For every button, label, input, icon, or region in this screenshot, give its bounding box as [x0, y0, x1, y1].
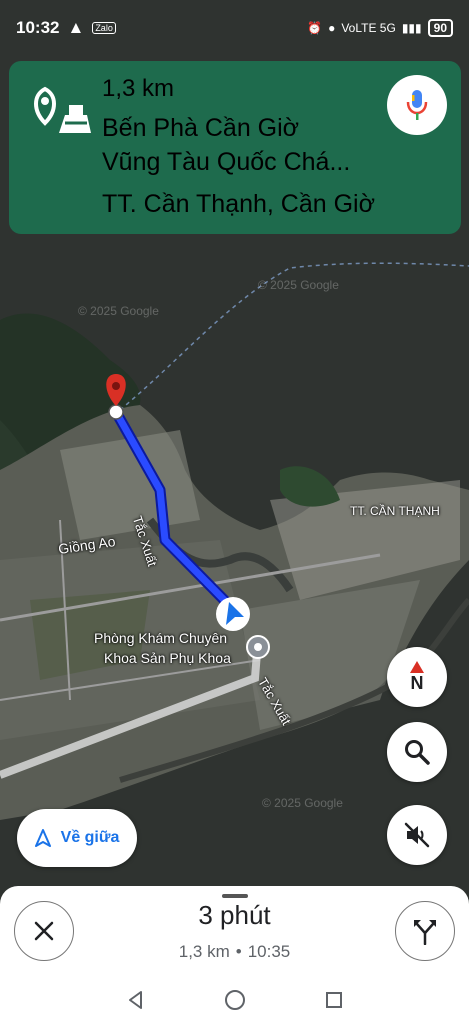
back-icon[interactable] — [126, 990, 146, 1010]
signal-icon: ▮▮▮ — [401, 21, 422, 35]
map-watermark: © 2025 Google — [78, 304, 159, 318]
recent-apps-icon[interactable] — [324, 990, 344, 1010]
battery-indicator: 90 — [427, 19, 453, 37]
home-icon[interactable] — [224, 989, 246, 1011]
fork-route-icon — [414, 920, 436, 945]
drag-handle[interactable] — [222, 894, 248, 898]
location-icon: ● — [328, 21, 336, 35]
mute-button[interactable] — [387, 805, 447, 865]
voice-search-button[interactable] — [387, 75, 447, 135]
clinic-poi-icon[interactable] — [246, 635, 270, 659]
compass-label: N — [410, 673, 424, 693]
destination-name-line2: Vũng Tàu Quốc Chá... — [102, 148, 351, 176]
map-watermark: © 2025 Google — [258, 278, 339, 292]
clinic-label[interactable]: Phòng Khám Chuyên — [94, 630, 227, 646]
arrival-time: 10:35 — [247, 942, 291, 961]
navigation-arrow-icon — [34, 829, 51, 847]
current-location-icon — [216, 597, 250, 631]
mute-icon — [404, 822, 430, 848]
microphone-icon — [406, 90, 428, 120]
navigation-arrow-icon: ▲ — [67, 18, 85, 37]
search-icon — [405, 740, 430, 765]
map-watermark: © 2025 Google — [262, 796, 343, 810]
compass-button[interactable]: N — [387, 647, 447, 707]
trip-distance: 1,3 km — [178, 942, 230, 961]
status-bar: 10:32 ▲ Zalo ⏰ ● VoLTE 5G ▮▮▮ 90 — [0, 0, 469, 56]
destination-address: TT. Cần Thạnh, Cần Giờ — [102, 190, 375, 218]
separator-dot: • — [235, 942, 242, 961]
system-navigation-bar — [0, 976, 469, 1024]
destination-name: Bến Phà Cần Giờ — [102, 114, 300, 142]
clinic-label[interactable]: Khoa Sản Phụ Khoa — [104, 650, 231, 666]
nav-distance: 1,3 km — [102, 75, 175, 102]
status-time: 10:32 — [16, 18, 60, 37]
network-indicator: VoLTE 5G — [341, 21, 396, 35]
recenter-button[interactable]: Về giữa — [17, 809, 137, 867]
destination-ferry-icon — [34, 86, 91, 133]
alarm-icon: ⏰ — [307, 21, 323, 35]
compass-needle-icon — [410, 661, 424, 673]
zalo-icon: Zalo — [92, 22, 116, 34]
recenter-label: Về giữa — [60, 829, 120, 846]
alternate-routes-button[interactable] — [395, 901, 455, 961]
town-label: TT. CẦN THẠNH — [350, 504, 440, 518]
search-along-route-button[interactable] — [387, 722, 447, 782]
